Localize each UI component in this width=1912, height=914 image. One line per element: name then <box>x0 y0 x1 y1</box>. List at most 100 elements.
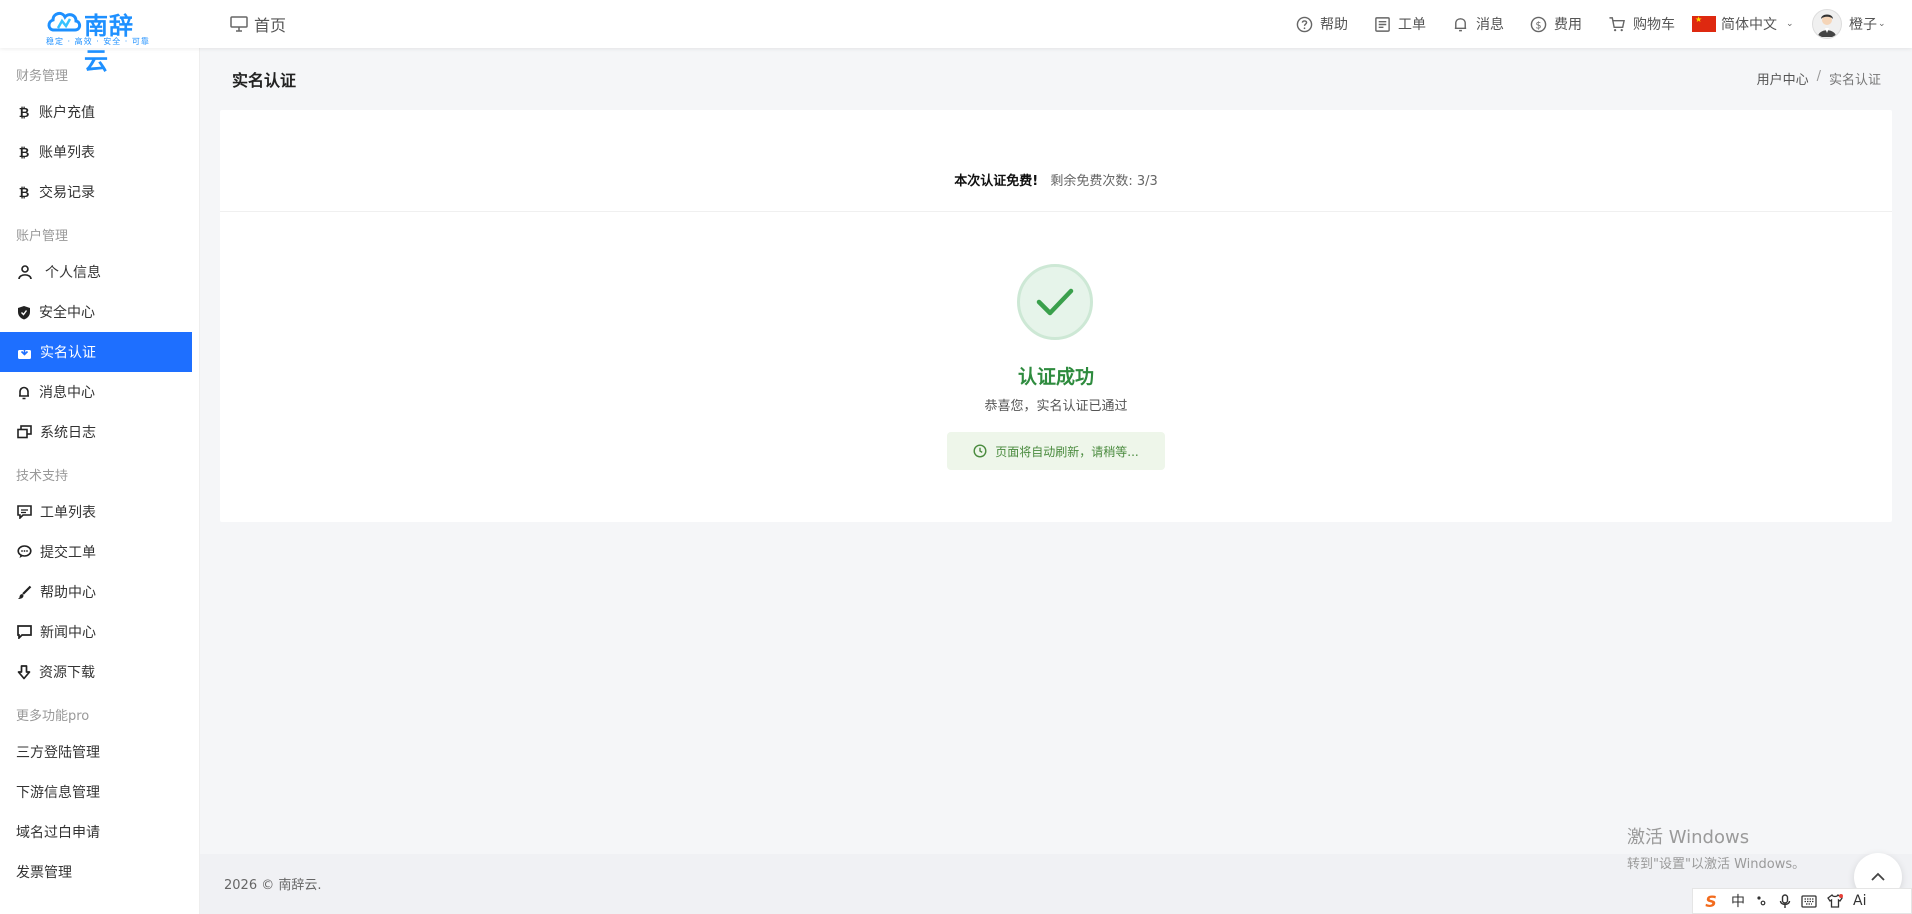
nav-help-label: 帮助 <box>1320 17 1348 33</box>
ticket-doc-icon <box>1375 16 1390 32</box>
nav-help[interactable]: 帮助 <box>1296 12 1348 36</box>
sidebar-item-submit-ticket[interactable]: 提交工单 <box>0 532 192 572</box>
breadcrumb-user-center[interactable]: 用户中心 <box>1757 69 1809 88</box>
page-title: 实名认证 <box>232 71 297 90</box>
nav-fee-label: 费用 <box>1554 17 1582 33</box>
ai-button[interactable]: Ai <box>1853 893 1866 909</box>
sidebar-item-oauth[interactable]: 三方登陆管理 <box>0 732 192 772</box>
sidebar-item-logs[interactable]: 系统日志 <box>0 412 192 452</box>
sidebar-item-label: 提交工单 <box>40 545 96 561</box>
sidebar-item-realname[interactable]: 实名认证 <box>0 332 192 372</box>
sidebar-item-tickets[interactable]: 工单列表 <box>0 492 192 532</box>
language-selector[interactable]: 简体中文 ⌄ <box>1692 12 1794 36</box>
sidebar-item-invoice[interactable]: 发票管理 <box>0 852 192 892</box>
nav-home[interactable]: 首页 <box>230 12 286 36</box>
sidebar-item-label: 系统日志 <box>40 425 96 441</box>
brand-logo[interactable]: 南辞云 稳定 · 高效 · 安全 · 可靠 <box>44 6 156 75</box>
china-flag-icon <box>1692 15 1716 32</box>
sidebar-group-finance: 财务管理 <box>16 69 69 84</box>
checkmark-icon <box>1036 288 1074 316</box>
windows-activation-watermark: 激活 Windows 转到"设置"以激活 Windows。 <box>1627 823 1805 872</box>
dollar-circle-icon: $ <box>1530 16 1547 32</box>
punctuation-icon[interactable] <box>1755 894 1769 908</box>
user-name: 橙子 <box>1849 17 1877 33</box>
monitor-icon <box>230 16 248 32</box>
user-icon <box>18 265 32 280</box>
sidebar-item-label: 三方登陆管理 <box>16 745 100 761</box>
sidebar-item-label: 下游信息管理 <box>16 785 100 801</box>
sidebar-item-label: 安全中心 <box>39 305 95 321</box>
speech-bubble-icon <box>17 545 32 558</box>
sidebar-item-news[interactable]: 新闻中心 <box>0 612 192 652</box>
nav-cart-label: 购物车 <box>1633 17 1675 33</box>
sidebar-item-label: 发票管理 <box>16 865 72 881</box>
skin-shirt-icon[interactable] <box>1827 894 1843 908</box>
sidebar-item-label: 工单列表 <box>40 505 96 521</box>
bell-icon <box>19 386 29 399</box>
sidebar-item-label: 资源下载 <box>39 665 95 681</box>
auto-refresh-notice: 页面将自动刷新，请稍等... <box>947 432 1165 470</box>
verification-card: 本次认证免费! 剩余免费次数: 3/3 认证成功 恭喜您，实名认证已通过 页面将… <box>220 110 1892 522</box>
sogou-s-icon[interactable]: S <box>1701 892 1721 911</box>
language-label: 简体中文 <box>1721 17 1777 33</box>
sidebar-item-bills[interactable]: ₿ 账单列表 <box>0 132 192 172</box>
svg-text:₿: ₿ <box>19 106 30 119</box>
user-avatar-icon <box>1818 14 1836 37</box>
sidebar-item-security[interactable]: 安全中心 <box>0 292 192 332</box>
free-remaining: 剩余免费次数: 3/3 <box>1050 174 1158 189</box>
shield-icon <box>18 305 30 319</box>
nav-message-label: 消息 <box>1476 17 1504 33</box>
nav-fee[interactable]: $ 费用 <box>1530 12 1582 36</box>
svg-text:₿: ₿ <box>19 186 30 199</box>
sidebar-item-messages[interactable]: 消息中心 <box>0 372 192 412</box>
cart-icon <box>1609 16 1625 31</box>
sidebar-item-downstream[interactable]: 下游信息管理 <box>0 772 192 812</box>
sidebar-item-help-center[interactable]: 帮助中心 <box>0 572 192 612</box>
nav-message[interactable]: 消息 <box>1452 12 1504 36</box>
breadcrumb: 用户中心 / 实名认证 <box>1757 69 1881 88</box>
sidebar-item-label: 帮助中心 <box>40 585 96 601</box>
sidebar-item-label: 个人信息 <box>45 265 101 281</box>
bitcoin-icon: ₿ <box>19 106 30 119</box>
success-title: 认证成功 <box>1017 366 1094 388</box>
sidebar-item-label: 新闻中心 <box>40 625 96 641</box>
sidebar-item-downloads[interactable]: 资源下载 <box>0 652 192 692</box>
windows-stack-icon <box>17 425 32 439</box>
free-notice-bold: 本次认证免费! <box>954 174 1039 189</box>
ime-mode-toggle[interactable]: 中 <box>1731 891 1745 911</box>
sidebar-item-label: 账单列表 <box>39 145 95 161</box>
chevron-up-icon <box>1871 872 1885 881</box>
top-bar: 南辞云 稳定 · 高效 · 安全 · 可靠 首页 帮助 工单 消息 $ 费用 购… <box>0 0 1912 75</box>
brand-slogan: 稳定 · 高效 · 安全 · 可靠 <box>46 37 150 46</box>
chevron-down-icon: ⌄ <box>1878 19 1886 29</box>
clock-icon <box>973 444 987 458</box>
cloud-logo-icon <box>47 11 82 32</box>
sidebar-item-transactions[interactable]: ₿ 交易记录 <box>0 172 192 212</box>
sidebar-item-domain-whitelist[interactable]: 域名过白申请 <box>0 812 192 852</box>
breadcrumb-current: 实名认证 <box>1828 73 1881 88</box>
sidebar-item-recharge[interactable]: ₿ 账户充值 <box>0 92 192 132</box>
footer-copyright: 2026 © 南辞云. <box>224 878 322 893</box>
auto-refresh-text: 页面将自动刷新，请稍等... <box>995 444 1139 459</box>
sidebar-item-label: 域名过白申请 <box>16 825 100 841</box>
sidebar-item-label: 交易记录 <box>39 185 95 201</box>
sidebar-group-account: 账户管理 <box>16 229 69 244</box>
chat-box-icon <box>17 505 32 519</box>
nav-ticket[interactable]: 工单 <box>1374 12 1426 36</box>
microphone-icon[interactable] <box>1779 893 1791 909</box>
avatar <box>1812 9 1842 39</box>
nav-home-label: 首页 <box>254 16 287 35</box>
sidebar-group-support: 技术支持 <box>16 469 69 484</box>
sidebar-item-profile[interactable]: 个人信息 <box>0 252 192 292</box>
bitcoin-icon: ₿ <box>19 146 30 159</box>
nav-ticket-label: 工单 <box>1398 17 1426 33</box>
nav-cart[interactable]: 购物车 <box>1608 12 1675 36</box>
message-square-icon <box>17 625 32 639</box>
user-menu[interactable]: 橙子 ⌄ <box>1812 8 1886 40</box>
keyboard-icon[interactable] <box>1801 894 1817 908</box>
watermark-line1: 激活 Windows <box>1627 827 1750 848</box>
ime-toolbar: S 中 Ai <box>1692 888 1912 914</box>
svg-text:₿: ₿ <box>19 146 30 159</box>
sidebar: 财务管理 ₿ 账户充值 ₿ 账单列表 ₿ 交易记录 账户管理 个人信息 安全中心… <box>0 48 200 914</box>
free-notice: 本次认证免费! 剩余免费次数: 3/3 <box>220 170 1892 189</box>
